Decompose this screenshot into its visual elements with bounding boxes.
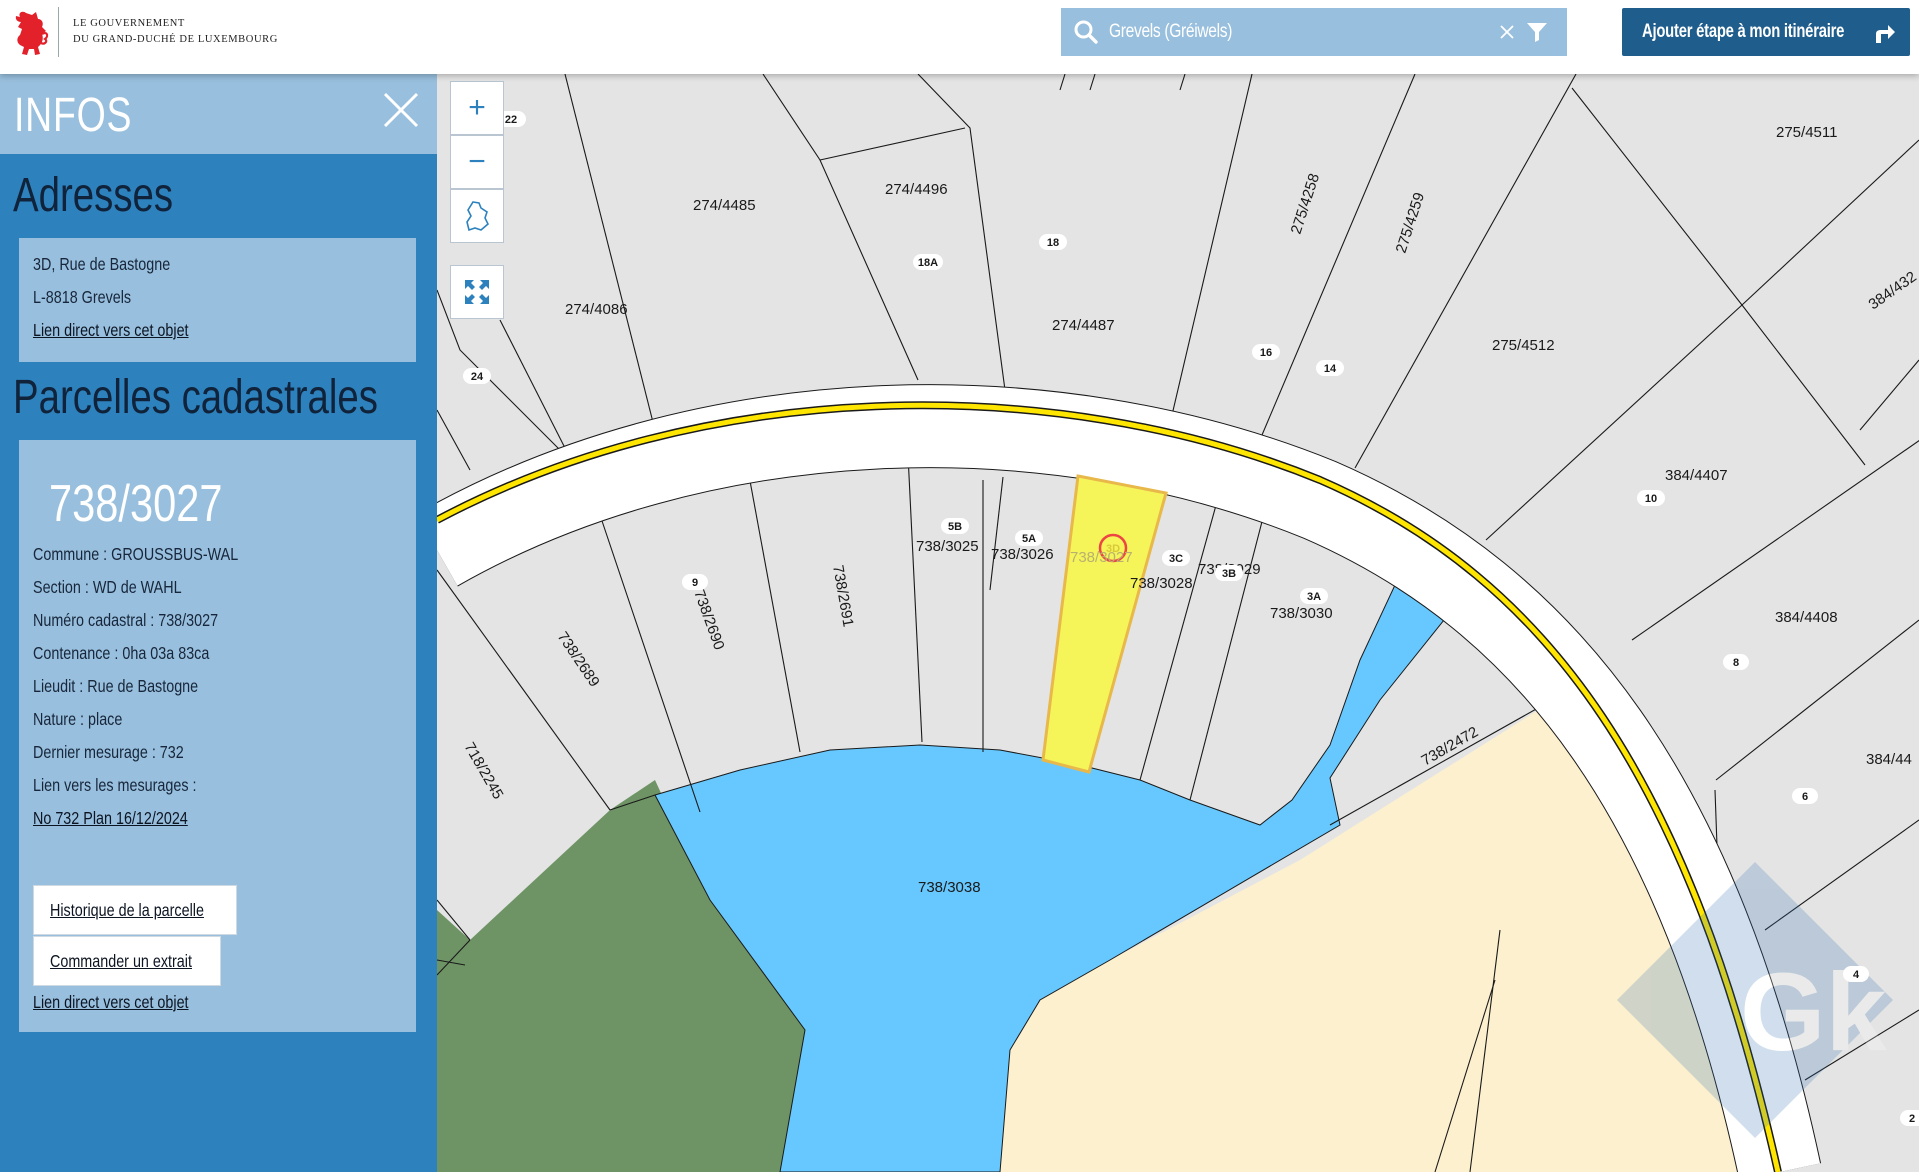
parcel-numero: Numéro cadastral : 738/3027 [33, 610, 219, 630]
parcel-label: 738/3025 [916, 538, 979, 555]
house-number: 5B [948, 521, 962, 533]
addresses-title: Adresses [13, 169, 174, 222]
parcel-dernier-mesurage: Dernier mesurage : 732 [33, 742, 184, 762]
address-locality: L-8818 Grevels [33, 287, 132, 307]
lion-crest-icon [15, 11, 49, 55]
zoom-out-button[interactable]: − [450, 135, 504, 189]
house-number: 14 [1324, 363, 1337, 375]
cadastral-map[interactable]: Gk 274/4485 274/4496 274/4487 274/4086 2… [437, 74, 1919, 1172]
parcel-label-selected: 738/3027 [1070, 549, 1133, 566]
address-box: 3D, Rue de Bastogne L-8818 Grevels Lien … [19, 238, 416, 362]
address-direct-link[interactable]: Lien direct vers cet objet [33, 320, 189, 341]
mesurage-plan-link[interactable]: No 732 Plan 16/12/2024 [33, 808, 188, 829]
clear-icon[interactable] [1497, 22, 1517, 42]
parcel-label: 274/4496 [885, 181, 948, 198]
house-number: 3B [1222, 568, 1236, 580]
order-extract-button[interactable]: Commander un extrait [33, 936, 221, 986]
top-header: Le Gouvernement du Grand-Duché de Luxemb… [0, 0, 1919, 74]
parcel-label: 275/4512 [1492, 337, 1555, 354]
parcel-box: 738/3027 Commune : GROUSSBUS-WAL Section… [19, 440, 416, 1032]
parcel-id: 738/3027 [49, 475, 223, 533]
parcel-commune: Commune : GROUSSBUS-WAL [33, 544, 239, 564]
map-canvas[interactable]: Gk 274/4485 274/4496 274/4487 274/4086 2… [437, 74, 1919, 1172]
country-extent-button[interactable] [450, 189, 504, 243]
logo-line-1: Le Gouvernement [73, 18, 185, 29]
parcel-contenance: Contenance : 0ha 03a 83ca [33, 643, 210, 663]
parcel-direct-link[interactable]: Lien direct vers cet objet [33, 992, 189, 1013]
house-number: 22 [505, 114, 517, 126]
order-extract-label: Commander un extrait [50, 950, 192, 971]
info-panel-header: INFOS [0, 74, 437, 154]
house-number: 2 [1909, 1113, 1915, 1125]
add-route-step-label: Ajouter étape à mon itinéraire [1642, 21, 1845, 42]
government-logo[interactable]: Le Gouvernement du Grand-Duché de Luxemb… [12, 6, 278, 58]
parcel-label: 738/3026 [991, 546, 1054, 563]
parcel-history-button[interactable]: Historique de la parcelle [33, 885, 237, 935]
filter-icon[interactable] [1525, 20, 1549, 44]
parcel-history-label: Historique de la parcelle [50, 899, 204, 920]
search-input[interactable]: Grevels (Gréiwels) [1109, 21, 1427, 43]
house-number: 3C [1169, 553, 1183, 565]
add-route-step-button[interactable]: Ajouter étape à mon itinéraire [1622, 8, 1910, 56]
parcel-mesurages-label: Lien vers les mesurages : [33, 775, 197, 795]
house-number: 10 [1645, 493, 1657, 505]
zoom-out-label: − [468, 145, 486, 178]
house-number: 8 [1733, 657, 1739, 669]
parcel-label: 274/4485 [693, 197, 756, 214]
logo-line-2: du Grand-Duché de Luxembourg [73, 34, 278, 45]
house-number: 18A [918, 257, 938, 269]
fullscreen-icon [465, 280, 489, 304]
house-number: 4 [1853, 969, 1860, 981]
parcel-label: 274/4487 [1052, 317, 1115, 334]
parcels-title: Parcelles cadastrales [13, 371, 378, 424]
parcel-lieudit: Lieudit : Rue de Bastogne [33, 676, 199, 696]
parcel-label: 274/4086 [565, 301, 628, 318]
info-panel-title: INFOS [14, 89, 133, 142]
logo-text: Le Gouvernement du Grand-Duché de Luxemb… [73, 16, 278, 48]
house-number: 6 [1802, 791, 1808, 803]
turn-right-arrow-icon [1876, 25, 1895, 43]
address-street: 3D, Rue de Bastogne [33, 254, 171, 274]
parcel-nature: Nature : place [33, 709, 123, 729]
zoom-in-label: + [468, 91, 486, 124]
logo-separator [58, 7, 59, 57]
house-number: 16 [1260, 347, 1272, 359]
parcel-section: Section : WD de WAHL [33, 577, 182, 597]
house-number: 3A [1307, 591, 1321, 603]
parcel-label: 275/4511 [1776, 124, 1837, 141]
close-icon[interactable] [381, 90, 421, 130]
parcel-label: 384/4407 [1665, 467, 1728, 484]
parcel-label: 384/4408 [1775, 609, 1838, 626]
parcel-label: 384/44 [1866, 751, 1912, 768]
house-number-selected: 3D [1106, 543, 1120, 555]
house-number: 9 [692, 577, 698, 589]
zoom-in-button[interactable]: + [450, 81, 504, 135]
fullscreen-button[interactable] [450, 265, 504, 319]
parcel-label: 738/3038 [918, 879, 981, 896]
house-number: 18 [1047, 237, 1059, 249]
search-bar[interactable]: Grevels (Gréiwels) [1061, 8, 1567, 56]
luxembourg-outline-icon [466, 201, 489, 232]
search-icon [1074, 20, 1098, 44]
parcel-label: 738/3030 [1270, 605, 1333, 622]
house-number: 5A [1022, 533, 1036, 545]
parcel-label: 738/3028 [1130, 575, 1193, 592]
info-panel: INFOS Adresses 3D, Rue de Bastogne L-881… [0, 74, 437, 1172]
house-number: 24 [471, 371, 484, 383]
